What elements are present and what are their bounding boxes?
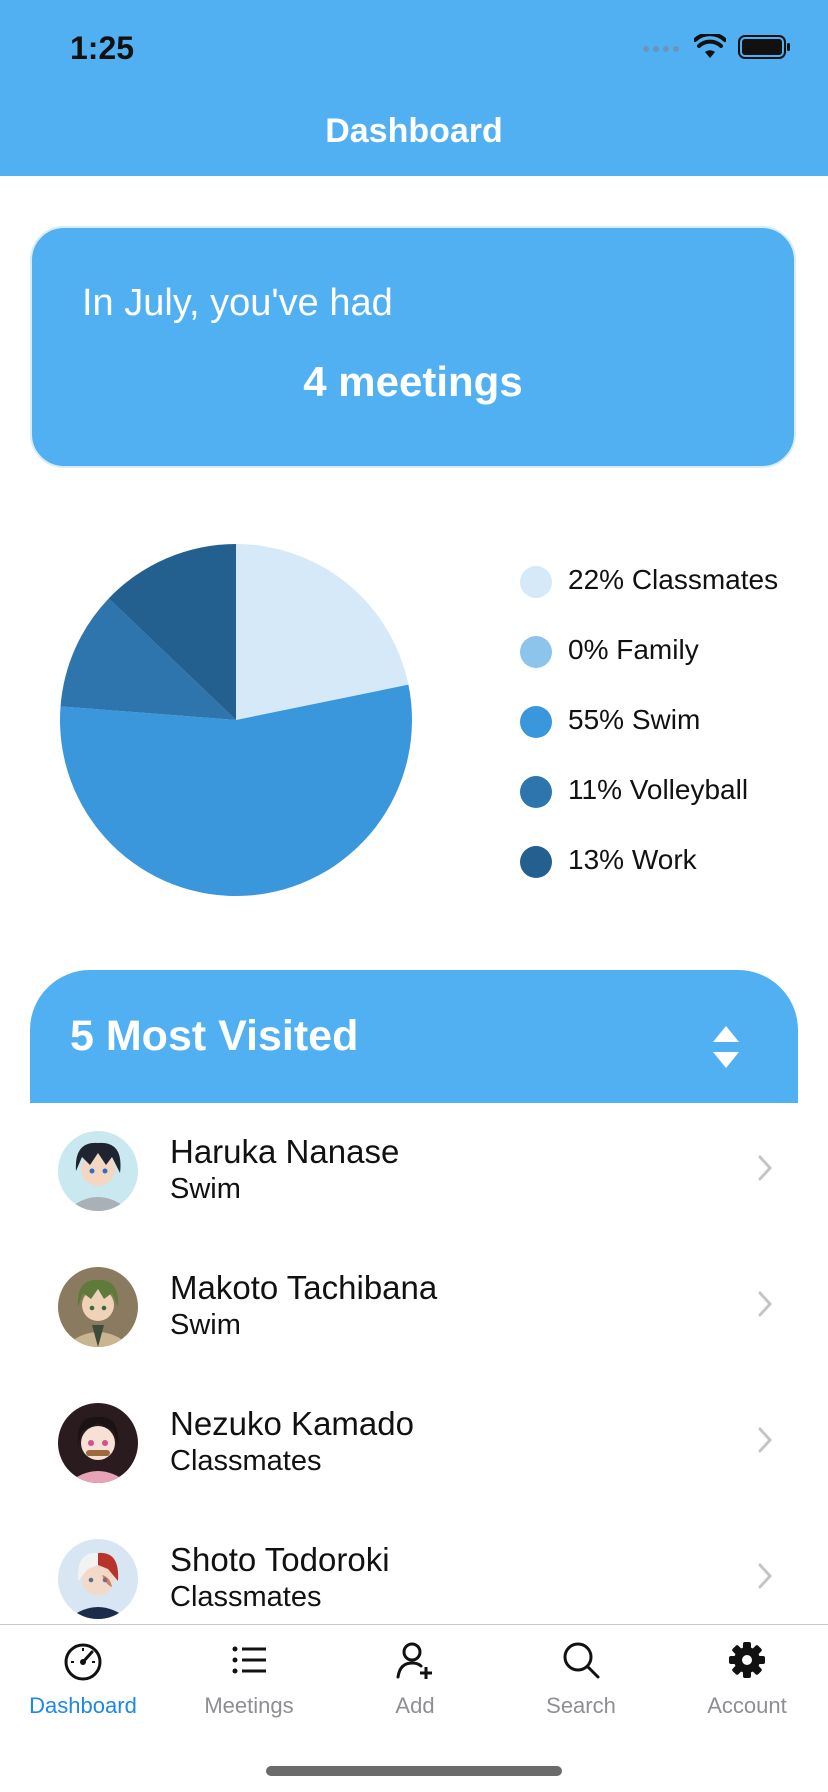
person-name: Makoto Tachibana [170,1269,438,1306]
avatar [58,1267,138,1347]
status-time: 1:25 [70,30,135,66]
most-visited-header: 5 Most Visited [30,970,798,1103]
legend-label: 13% Work [568,844,697,875]
legend-swatch [520,636,552,668]
legend-swatch [520,776,552,808]
summary-card: In July, you've had 4 meetings [30,226,796,468]
legend-label: 22% Classmates [568,564,779,595]
legend-label: 55% Swim [568,704,701,735]
search-icon [563,1642,600,1679]
avatar [58,1131,138,1211]
tab-label: Add [395,1693,435,1718]
avatar [58,1403,138,1483]
chevron-right-icon [758,1427,773,1453]
tab-search[interactable]: Search [498,1625,664,1735]
legend-swatch [520,846,552,878]
tab-account[interactable]: Account [664,1625,828,1735]
tab-dashboard[interactable]: Dashboard [0,1625,166,1735]
list-item[interactable]: Nezuko Kamado Classmates [0,1375,828,1511]
summary-intro: In July, you've had [82,282,393,324]
tab-label: Account [707,1693,787,1718]
status-icons [642,34,792,60]
tab-meetings[interactable]: Meetings [166,1625,332,1735]
cellular-signal-icon [643,46,679,52]
legend-label: 11% Volleyball [568,774,749,805]
battery-icon [738,35,790,59]
tab-label: Dashboard [29,1693,137,1718]
person-name: Haruka Nanase [170,1133,400,1170]
gauge-icon [64,1643,102,1681]
meetings-pie-chart [60,544,412,896]
home-indicator [266,1766,562,1776]
meeting-count: 4 meetings [303,358,523,405]
person-name: Nezuko Kamado [170,1405,414,1442]
legend-label: 0% Family [568,634,699,665]
list-item[interactable]: Makoto Tachibana Swim [0,1239,828,1375]
chevron-right-icon [758,1563,773,1589]
add-person-icon [396,1642,432,1679]
most-visited-list: Haruka Nanase Swim Makoto Tachibana Swim [0,1103,828,1647]
avatar [58,1539,138,1619]
page-title: Dashboard [325,112,503,150]
sort-toggle-icon[interactable] [706,1022,746,1072]
tab-label: Search [546,1693,616,1718]
top-bar: 1:25 Dashboard [0,0,828,176]
list-icon [232,1646,266,1674]
tab-add[interactable]: Add [332,1625,498,1735]
most-visited-title: 5 Most Visited [70,1012,359,1060]
person-group: Swim [170,1309,241,1341]
legend-swatch [520,566,552,598]
tab-label: Meetings [204,1693,294,1718]
person-name: Shoto Todoroki [170,1541,390,1578]
person-group: Swim [170,1173,241,1205]
wifi-icon [694,34,726,58]
person-group: Classmates [170,1445,322,1477]
gear-icon [729,1642,765,1678]
legend-swatch [520,706,552,738]
chevron-right-icon [758,1291,773,1317]
person-group: Classmates [170,1581,322,1613]
chevron-right-icon [758,1155,773,1181]
list-item[interactable]: Haruka Nanase Swim [0,1103,828,1239]
